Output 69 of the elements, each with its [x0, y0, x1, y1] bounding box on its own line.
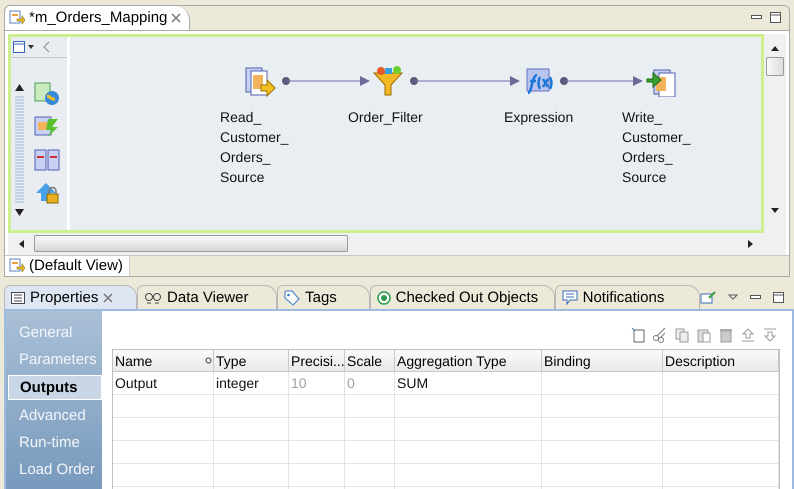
- minimize-icon[interactable]: [750, 294, 761, 300]
- document-icon[interactable]: [244, 64, 276, 97]
- table-cell: [289, 464, 345, 487]
- table-cell: 0: [345, 372, 395, 395]
- scrollbar-thumb[interactable]: [34, 235, 348, 252]
- close-icon: [103, 292, 114, 302]
- column-header[interactable]: Description: [663, 350, 779, 372]
- table-cell: Output: [113, 372, 214, 395]
- copy-icon[interactable]: [674, 327, 690, 343]
- move-up-icon[interactable]: [740, 327, 756, 343]
- table-cell: [345, 395, 395, 418]
- panel-tab[interactable]: Data Viewer: [137, 285, 278, 309]
- panel-tab[interactable]: Properties: [4, 285, 138, 309]
- node-label: Expression: [504, 108, 574, 127]
- column-header[interactable]: Precisi...: [289, 350, 345, 372]
- table-cell: [345, 464, 395, 487]
- down-arrow-icon: [770, 206, 780, 215]
- move-down-icon[interactable]: [762, 327, 778, 343]
- pin-icon: [700, 290, 716, 304]
- nav-item[interactable]: Outputs: [8, 375, 102, 400]
- close-icon: [171, 12, 182, 23]
- view-tab[interactable]: (Default View): [5, 256, 130, 276]
- maximize-icon[interactable]: [770, 12, 781, 24]
- target-icon: [376, 290, 391, 304]
- list-icon: [11, 292, 25, 304]
- column-header[interactable]: Scale: [345, 350, 395, 372]
- mapping-icon: [9, 258, 25, 274]
- table-cell: [289, 395, 345, 418]
- speech-bubble-icon: [562, 290, 578, 305]
- collapse-icon: [43, 40, 51, 53]
- up-arrow-icon: [770, 44, 780, 52]
- minimize-icon[interactable]: [751, 15, 762, 20]
- down-arrow-icon: [14, 208, 25, 218]
- node-label: Read_ Customer_ Orders_ Source: [220, 108, 288, 187]
- table-cell: 10: [289, 372, 345, 395]
- editor-tab[interactable]: *m_Orders_Mapping: [5, 6, 190, 30]
- sort-icon: [205, 357, 212, 364]
- columns-icon: [34, 148, 60, 172]
- table-cell: SUM: [395, 372, 542, 395]
- document-globe-icon: [34, 82, 60, 106]
- table-cell: [345, 418, 395, 441]
- table-icon: [34, 114, 60, 139]
- view-menu-icon: [728, 294, 738, 300]
- column-header[interactable]: Binding: [542, 350, 663, 372]
- panel-tab[interactable]: Notifications: [554, 285, 700, 309]
- table-cell: [289, 441, 345, 464]
- cut-icon[interactable]: [652, 327, 668, 343]
- mapping-icon: [9, 10, 25, 26]
- column-header[interactable]: Type: [214, 350, 289, 372]
- up-arrow-icon: [14, 82, 25, 92]
- funnel-icon[interactable]: [372, 64, 404, 97]
- table-cell: [345, 441, 395, 464]
- scrollbar-thumb[interactable]: [766, 56, 784, 76]
- delete-icon[interactable]: [718, 327, 734, 343]
- tag-icon: [284, 290, 300, 306]
- column-header[interactable]: Aggregation Type: [395, 350, 542, 372]
- column-header[interactable]: Name: [113, 350, 214, 372]
- paste-icon[interactable]: [696, 327, 712, 343]
- new-icon[interactable]: [630, 327, 646, 343]
- node-label: Write_ Customer_ Orders_ Source: [622, 108, 690, 187]
- panel-tab[interactable]: Checked Out Objects: [370, 285, 555, 309]
- table-cell: integer: [214, 372, 289, 395]
- node-label: Order_Filter: [348, 108, 423, 127]
- table-cell: [289, 418, 345, 441]
- lock-icon: [34, 180, 60, 205]
- maximize-icon[interactable]: [773, 292, 784, 302]
- panel-tab[interactable]: Tags: [277, 285, 370, 309]
- glasses-icon: [144, 290, 162, 304]
- dropdown-icon: [28, 44, 34, 49]
